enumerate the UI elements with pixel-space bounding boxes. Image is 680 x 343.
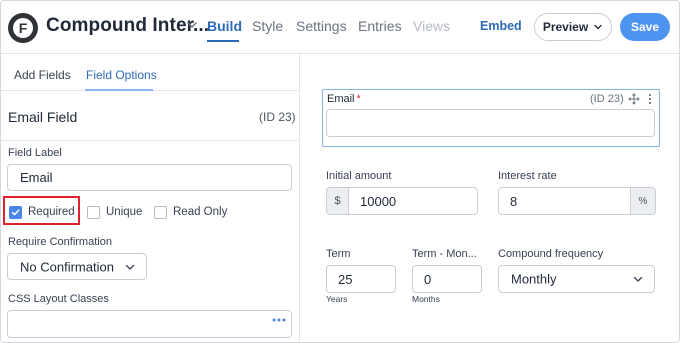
- save-button[interactable]: Save: [620, 13, 670, 41]
- preview-button[interactable]: Preview: [534, 13, 612, 41]
- form-canvas: Email * (ID 23) Initial amount $ 10000 In…: [301, 54, 679, 342]
- read-only-label: Read Only: [173, 206, 228, 218]
- chevron-down-icon: [594, 24, 602, 30]
- percent-suffix: %: [631, 187, 656, 215]
- top-bar: F Compound Inter... Build Style Settings…: [1, 1, 679, 54]
- tab-entries[interactable]: Entries: [358, 18, 402, 34]
- initial-amount-input[interactable]: 10000: [348, 187, 478, 215]
- email-field-id: (ID 23): [590, 93, 624, 105]
- tab-field-options[interactable]: Field Options: [86, 68, 157, 82]
- compound-frequency-select[interactable]: Monthly: [498, 265, 655, 293]
- field-options-sidebar: Add Fields Field Options Email Field (ID…: [1, 54, 300, 342]
- interest-rate-input[interactable]: 8: [498, 187, 631, 215]
- app-window: F Compound Inter... Build Style Settings…: [0, 0, 680, 343]
- term-value: 25: [338, 271, 353, 287]
- initial-amount-value: 10000: [360, 193, 397, 209]
- require-confirmation-select[interactable]: No Confirmation: [7, 253, 147, 280]
- email-field-label: Email *: [327, 93, 361, 105]
- ellipsis-icon[interactable]: [272, 317, 286, 323]
- sidebar-tabs: Add Fields Field Options: [1, 54, 300, 91]
- email-preview-input[interactable]: [326, 109, 655, 137]
- read-only-checkbox-row[interactable]: Read Only: [154, 204, 227, 220]
- css-classes-input[interactable]: [7, 310, 292, 338]
- chevron-down-icon: [125, 264, 135, 270]
- compound-frequency-value: Monthly: [511, 271, 557, 287]
- preview-button-label: Preview: [542, 20, 589, 34]
- tab-add-fields[interactable]: Add Fields: [14, 68, 71, 82]
- term-sublabel: Years: [326, 294, 348, 304]
- chevron-down-icon: [633, 276, 643, 282]
- term-months-sublabel: Months: [412, 294, 440, 304]
- move-icon[interactable]: [628, 93, 640, 105]
- unique-checkbox[interactable]: [87, 205, 100, 219]
- more-vertical-icon[interactable]: [648, 93, 652, 105]
- section-title: Email Field: [8, 109, 78, 125]
- tab-settings[interactable]: Settings: [296, 18, 347, 34]
- currency-prefix: $: [326, 187, 348, 215]
- term-input[interactable]: 25: [326, 265, 396, 293]
- unique-checkbox-row[interactable]: Unique: [87, 204, 142, 220]
- required-checkbox-row[interactable]: Required: [9, 204, 75, 220]
- initial-amount-label: Initial amount: [326, 170, 392, 182]
- term-months-input[interactable]: 0: [412, 265, 482, 293]
- email-field-card[interactable]: Email * (ID 23): [322, 89, 660, 147]
- embed-link[interactable]: Embed: [480, 19, 522, 33]
- unique-label: Unique: [106, 206, 143, 218]
- interest-rate-label: Interest rate: [498, 170, 557, 182]
- term-months-label: Term - Mon...: [412, 248, 477, 260]
- tab-style[interactable]: Style: [252, 18, 283, 34]
- required-label: Required: [28, 206, 75, 218]
- chevron-down-icon[interactable]: [185, 18, 199, 32]
- required-checkbox[interactable]: [9, 205, 22, 219]
- tab-build[interactable]: Build: [207, 18, 242, 34]
- interest-rate-value: 8: [510, 193, 518, 209]
- divider: [1, 140, 300, 141]
- logo-icon[interactable]: F: [8, 13, 38, 43]
- checkmark-icon: [11, 208, 20, 215]
- email-label-text: Email: [327, 93, 355, 105]
- read-only-checkbox[interactable]: [154, 205, 167, 219]
- require-confirmation-value: No Confirmation: [20, 259, 114, 274]
- css-classes-title: CSS Layout Classes: [8, 293, 109, 305]
- section-id: (ID 23): [259, 110, 296, 124]
- active-tab-indicator: [207, 40, 239, 42]
- active-tab-indicator: [85, 89, 153, 91]
- field-label-input[interactable]: [7, 164, 292, 191]
- compound-frequency-label: Compound frequency: [498, 248, 604, 260]
- field-label-title: Field Label: [8, 147, 62, 159]
- term-months-value: 0: [424, 271, 432, 287]
- term-label: Term: [326, 248, 351, 260]
- required-marker: *: [356, 93, 361, 105]
- require-confirmation-title: Require Confirmation: [8, 236, 112, 248]
- tab-views: Views: [413, 18, 451, 34]
